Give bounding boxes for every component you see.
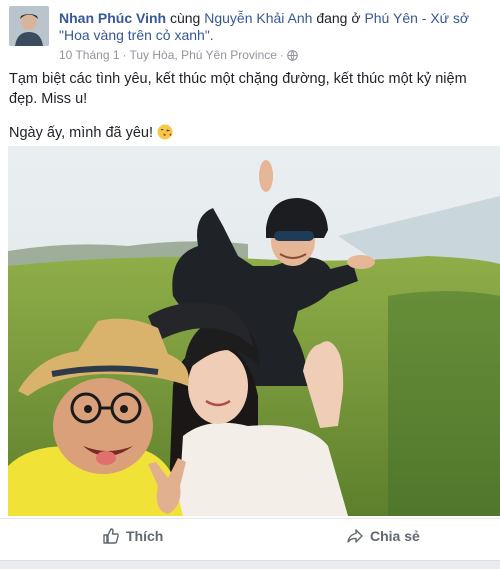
post-text-line-1: Tạm biệt các tình yêu, kết thúc một chặn…	[9, 71, 467, 107]
meta-separator: ·	[122, 48, 127, 62]
avatar-image	[9, 6, 49, 46]
meta-separator-2: ·	[279, 48, 284, 62]
post-headline: Nhan Phúc Vinh cùng Nguyễn Khải Anh đang…	[59, 10, 495, 44]
thumbs-up-icon	[103, 528, 119, 544]
share-label: Chia sẻ	[370, 528, 420, 544]
at-word: đang ở	[316, 10, 361, 26]
post-body: Tạm biệt các tình yêu, kết thúc một chặn…	[9, 69, 491, 157]
share-arrow-icon	[347, 529, 363, 543]
like-button[interactable]: Thích	[102, 527, 163, 545]
author-name[interactable]: Nhan Phúc Vinh	[59, 10, 166, 26]
post-text-line-2: Ngày ấy, mình đã yêu!	[9, 123, 491, 143]
post-photo[interactable]	[8, 146, 500, 516]
globe-icon[interactable]	[287, 49, 298, 61]
like-label: Thích	[126, 528, 164, 544]
selfie-photo-image	[8, 146, 500, 516]
post-actions: Thích Chia sẻ	[0, 518, 500, 557]
avatar[interactable]	[9, 6, 49, 46]
share-button[interactable]: Chia sẻ	[346, 527, 420, 545]
post-meta: 10 Tháng 1 · Tuy Hòa, Phú Yên Province ·	[59, 48, 298, 62]
post-date[interactable]: 10 Tháng 1	[59, 48, 120, 62]
post-card: Nhan Phúc Vinh cùng Nguyễn Khải Anh đang…	[0, 0, 500, 561]
post-header: Nhan Phúc Vinh cùng Nguyễn Khải Anh đang…	[9, 6, 495, 66]
post-location[interactable]: Tuy Hòa, Phú Yên Province	[130, 48, 277, 62]
with-word: cùng	[169, 10, 201, 26]
post-text-line-2-text: Ngày ấy, mình đã yêu!	[9, 125, 154, 141]
tagged-user[interactable]: Nguyễn Khải Anh	[204, 10, 312, 26]
kiss-emoji-icon	[157, 124, 173, 140]
